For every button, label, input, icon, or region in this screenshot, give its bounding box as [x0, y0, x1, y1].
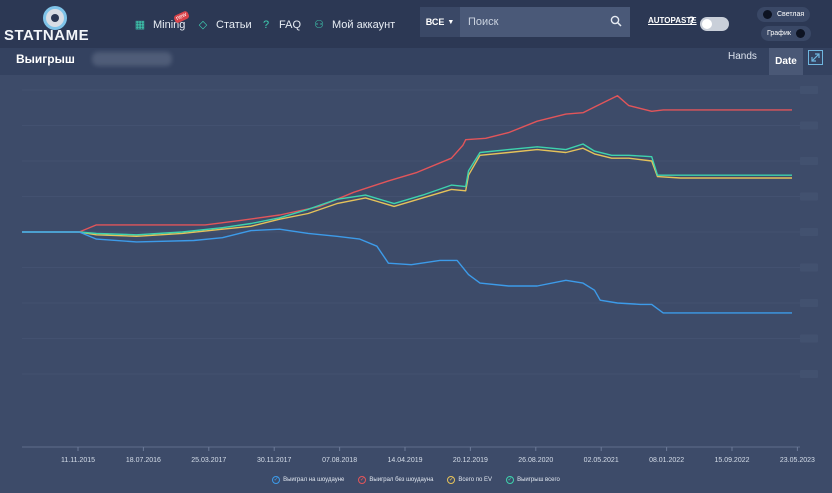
series-line-0 [22, 95, 792, 233]
y-tick-label-blurred [800, 263, 818, 272]
legend-item[interactable]: ✓ Всего по EV [447, 476, 492, 484]
series-line-2 [22, 143, 792, 236]
y-tick-label-blurred [800, 192, 818, 201]
y-tick-label-blurred [800, 86, 818, 94]
user-icon: ⚇ [314, 19, 324, 31]
x-tick-label: 11.11.2015 [61, 457, 95, 464]
top-navigation: STATNAME ▦ Mining new ◇ Статьи ? FAQ ⚇ М… [0, 0, 832, 48]
y-tick-label-blurred [800, 157, 818, 165]
check-circle-icon: ✓ [506, 476, 515, 484]
x-tick-label: 02.05.2021 [584, 457, 619, 464]
theme-light-toggle[interactable]: Светлая [757, 7, 811, 22]
series-line-1 [22, 147, 792, 238]
x-tick-label: 26.08.2020 [518, 457, 553, 464]
chart-toggle-label: График [767, 30, 791, 37]
theme-light-label: Светлая [777, 11, 805, 18]
legend-item[interactable]: ✓ Выигрыш всего [506, 476, 560, 484]
check-circle-icon: ✓ [358, 476, 367, 484]
hands-button[interactable]: Hands [728, 51, 757, 62]
x-axis-ticks: 11.11.2015 18.07.2016 25.03.2017 30.11.2017… [61, 447, 815, 464]
x-tick-label: 25.03.2017 [191, 457, 226, 464]
series-line-3 [22, 228, 792, 314]
winnings-chart: 11.11.2015 18.07.2016 25.03.2017 30.11.2017… [22, 86, 818, 464]
logo[interactable]: STATNAME [4, 6, 89, 44]
nav-faq-label: FAQ [279, 19, 302, 31]
diamond-icon: ◇ [198, 19, 208, 31]
nav-faq[interactable]: ? FAQ [260, 17, 301, 33]
date-button[interactable]: Date [769, 48, 803, 75]
mining-icon: ▦ [134, 19, 146, 31]
x-tick-label: 08.01.2022 [649, 457, 684, 464]
nav-mining[interactable]: ▦ Mining new [134, 10, 191, 33]
y-tick-label-blurred [800, 228, 818, 236]
legend-item[interactable]: ✓ Выиграл на шоудауне [272, 476, 344, 484]
legend-label: Выиграл на шоудауне [283, 477, 345, 483]
autopaste-toggle[interactable] [700, 17, 729, 31]
check-circle-icon: ✓ [272, 476, 281, 484]
chevron-down-icon: ▼ [447, 18, 455, 26]
x-tick-label: 20.12.2019 [453, 457, 488, 464]
y-tick-label-blurred [800, 121, 818, 130]
search-icon[interactable] [610, 15, 622, 27]
nav-account[interactable]: ⚇ Мой аккаунт [313, 17, 395, 33]
help-circle-icon: ? [262, 19, 270, 31]
nav-articles[interactable]: ◇ Статьи [197, 17, 252, 33]
legend-label: Выигрыш всего [517, 477, 560, 483]
chart-toggle[interactable]: График [761, 26, 811, 41]
y-tick-label-blurred [800, 370, 818, 378]
x-tick-label: 30.11.2017 [257, 457, 292, 464]
search-input[interactable] [460, 7, 630, 37]
logo-text: STATNAME [4, 27, 90, 44]
check-circle-icon: ✓ [447, 476, 456, 484]
legend-label: Всего по EV [458, 477, 493, 483]
chart-dot-icon [795, 29, 805, 38]
theme-dot-icon [763, 10, 772, 19]
x-tick-label: 07.08.2018 [322, 457, 357, 464]
x-tick-label: 15.09.2022 [714, 457, 749, 464]
chart-series [22, 95, 792, 314]
x-tick-label: 23.05.2023 [780, 457, 815, 464]
search-bar: ВСЕ ▼ [420, 7, 630, 37]
expand-icon[interactable] [808, 50, 823, 65]
nav-account-label: Мой аккаунт [332, 19, 396, 31]
chart-grid [22, 86, 818, 448]
nav-articles-label: Статьи [216, 19, 252, 31]
chart-title: Выигрыш [16, 52, 75, 66]
y-tick-label-blurred [800, 334, 818, 343]
search-scope-value: ВСЕ [425, 17, 445, 27]
x-tick-label: 18.07.2016 [126, 457, 161, 464]
x-tick-label: 14.04.2019 [387, 457, 422, 464]
chart-legend: ✓ Выиграл на шоудауне ✓ Выиграл без шоудаун… [0, 476, 832, 484]
legend-label: Выиграл без шоудауна [369, 477, 434, 483]
legend-item[interactable]: ✓ Выиграл без шоудауна [358, 476, 433, 484]
search-scope-select[interactable]: ВСЕ ▼ [420, 7, 460, 37]
date-button-label: Date [775, 56, 797, 67]
expand-arrows-icon [811, 53, 820, 62]
blurred-player-name [92, 52, 172, 66]
help-icon[interactable]: ? [688, 15, 695, 27]
y-tick-label-blurred [800, 299, 818, 307]
